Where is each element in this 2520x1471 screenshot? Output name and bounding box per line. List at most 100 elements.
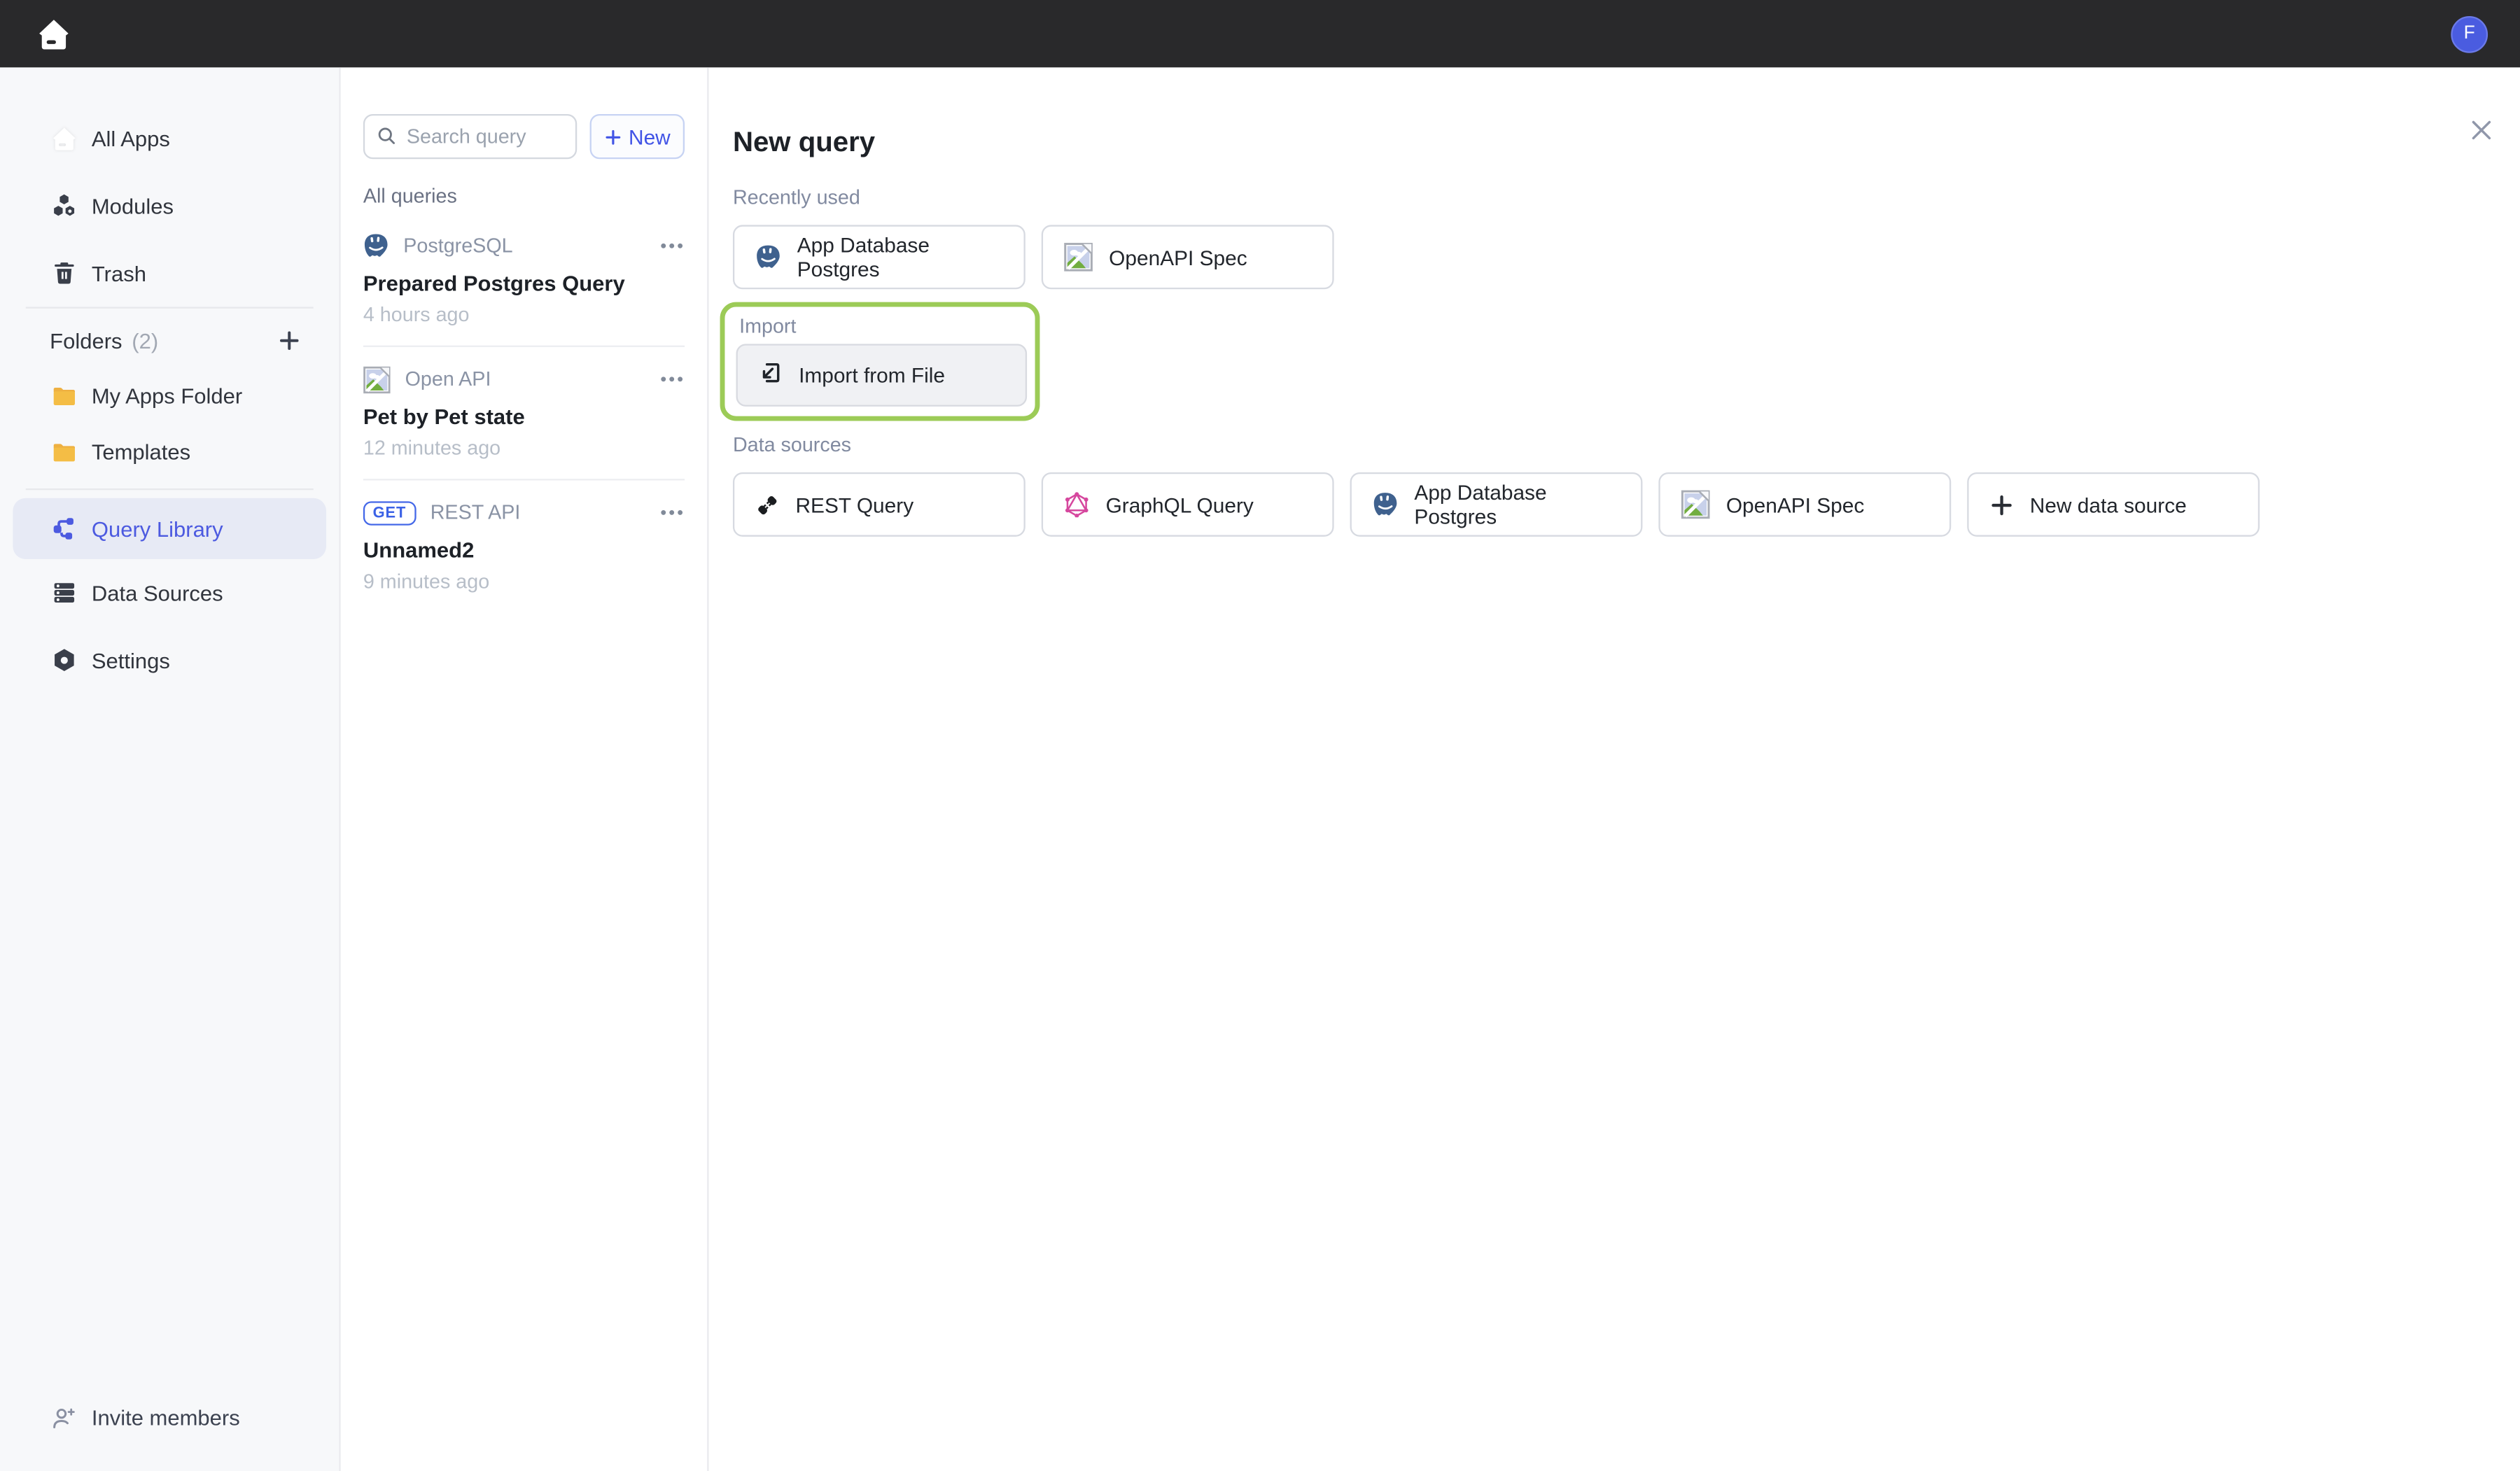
query-list-item[interactable]: GET REST API Unnamed2 9 minutes ago <box>363 480 685 612</box>
query-source-row: Open API <box>363 363 685 395</box>
close-icon[interactable] <box>2469 118 2496 145</box>
query-list-panel: New All queries PostgreSQL Prepared Post… <box>341 67 709 1470</box>
card-button-label: OpenAPI Spec <box>1726 493 1864 516</box>
query-title: Prepared Postgres Query <box>363 272 685 295</box>
avatar-initial: F <box>2464 24 2475 43</box>
query-source-row: PostgreSQL <box>363 230 685 262</box>
modules-icon <box>51 193 77 219</box>
folder-label: My Apps Folder <box>92 384 242 408</box>
import-label: Import <box>736 311 1024 339</box>
query-menu-button[interactable] <box>659 500 685 526</box>
data-sources-icon <box>51 580 77 606</box>
query-list-item[interactable]: PostgreSQL Prepared Postgres Query 4 hou… <box>363 213 685 347</box>
home-button[interactable] <box>32 13 74 55</box>
postgresql-icon <box>363 233 389 259</box>
card-button-label: OpenAPI Spec <box>1109 245 1247 269</box>
openapi-image-icon <box>1681 490 1710 519</box>
openapi-spec-button[interactable]: OpenAPI Spec <box>1658 472 1951 537</box>
sidebar-item-label: Modules <box>92 194 174 218</box>
postgresql-icon <box>755 244 781 270</box>
sidebar-folder-templates[interactable]: Templates <box>0 424 339 480</box>
query-library-icon <box>51 516 77 542</box>
invite-members-label: Invite members <box>92 1406 240 1430</box>
query-menu-button[interactable] <box>659 233 685 259</box>
new-data-source-button[interactable]: New data source <box>1967 472 2260 537</box>
sidebar-item-settings[interactable]: Settings <box>13 626 326 694</box>
query-source-label: PostgreSQL <box>403 234 512 257</box>
card-button-label: GraphQL Query <box>1106 493 1254 516</box>
sidebar-item-query-library[interactable]: Query Library <box>13 498 326 559</box>
plus-icon <box>605 128 622 146</box>
import-highlight-box: Import Import from File <box>720 302 1040 421</box>
invite-members-button[interactable]: Invite members <box>0 1394 339 1442</box>
folder-label: Templates <box>92 440 190 464</box>
search-box <box>363 114 578 159</box>
rest-plugs-icon <box>755 493 779 516</box>
card-button-label: App Database Postgres <box>1414 480 1628 528</box>
sidebar-item-modules[interactable]: Modules <box>0 172 339 239</box>
sidebar: All Apps Modules Trash Folders (2) <box>0 67 341 1470</box>
sidebar-item-trash[interactable]: Trash <box>0 239 339 307</box>
sidebar-item-label: Query Library <box>92 516 223 540</box>
user-avatar[interactable]: F <box>2451 15 2488 52</box>
query-source-row: GET REST API <box>363 496 685 528</box>
query-list-item[interactable]: Open API Pet by Pet state 12 minutes ago <box>363 347 685 481</box>
home-icon <box>51 125 77 151</box>
query-timestamp: 12 minutes ago <box>363 437 685 459</box>
app-window: F All Apps Modules Trash <box>0 0 2520 1471</box>
recently-used-openapi-spec-button[interactable]: OpenAPI Spec <box>1042 225 1334 289</box>
graphql-query-button[interactable]: GraphQL Query <box>1042 472 1334 537</box>
import-from-file-button[interactable]: Import from File <box>736 344 1028 407</box>
app-database-postgres-button[interactable]: App Database Postgres <box>1350 472 1643 537</box>
page-title: New query <box>733 122 2520 160</box>
sidebar-folder-my-apps[interactable]: My Apps Folder <box>0 368 339 424</box>
card-button-label: Import from File <box>799 363 945 387</box>
query-list-header: All queries <box>363 178 685 214</box>
sidebar-item-all-apps[interactable]: All Apps <box>0 104 339 171</box>
recently-used-row: App Database Postgres OpenAPI Spec <box>733 225 2520 289</box>
sidebar-item-data-sources[interactable]: Data Sources <box>13 559 326 626</box>
query-timestamp: 4 hours ago <box>363 304 685 326</box>
graphql-icon <box>1064 492 1090 518</box>
card-button-label: App Database Postgres <box>797 233 1011 281</box>
data-sources-row: REST Query GraphQL Query App Database Po… <box>733 472 2520 537</box>
query-source-label: REST API <box>430 501 521 523</box>
query-menu-button[interactable] <box>659 366 685 392</box>
sidebar-item-label: Trash <box>92 261 146 285</box>
card-button-label: New data source <box>2030 493 2187 516</box>
trash-icon <box>51 260 77 286</box>
search-input[interactable] <box>363 114 578 159</box>
new-query-button[interactable]: New <box>590 114 685 159</box>
top-bar: F <box>0 0 2520 67</box>
person-plus-icon <box>51 1405 77 1431</box>
card-button-label: REST Query <box>795 493 913 516</box>
http-method-badge: GET <box>363 500 416 524</box>
openapi-image-icon <box>1064 243 1093 272</box>
sidebar-divider <box>26 488 314 490</box>
query-title: Unnamed2 <box>363 538 685 562</box>
plus-icon <box>1989 493 2013 516</box>
rest-query-button[interactable]: REST Query <box>733 472 1026 537</box>
recently-used-app-database-postgres-button[interactable]: App Database Postgres <box>733 225 1026 289</box>
postgresql-icon <box>1373 492 1399 518</box>
sidebar-item-label: Data Sources <box>92 581 223 605</box>
query-title: Pet by Pet state <box>363 405 685 429</box>
query-timestamp: 9 minutes ago <box>363 570 685 593</box>
add-folder-button[interactable] <box>278 330 300 352</box>
folder-icon <box>51 439 77 465</box>
sidebar-item-label: All Apps <box>92 126 170 150</box>
folder-icon <box>51 383 77 409</box>
folders-header: Folders (2) <box>0 314 339 368</box>
data-sources-label: Data sources <box>733 430 2520 459</box>
search-row: New <box>363 114 685 159</box>
query-source-label: Open API <box>405 368 491 390</box>
recently-used-label: Recently used <box>733 183 2520 212</box>
folders-header-label: Folders <box>50 329 122 353</box>
new-query-panel: New query Recently used App Database Pos… <box>708 67 2519 1470</box>
openapi-image-icon <box>363 365 391 393</box>
content-row: All Apps Modules Trash Folders (2) <box>0 67 2520 1470</box>
sidebar-divider <box>26 307 314 309</box>
settings-icon <box>51 647 77 673</box>
sidebar-item-label: Settings <box>92 648 170 672</box>
new-query-button-label: New <box>629 125 671 148</box>
